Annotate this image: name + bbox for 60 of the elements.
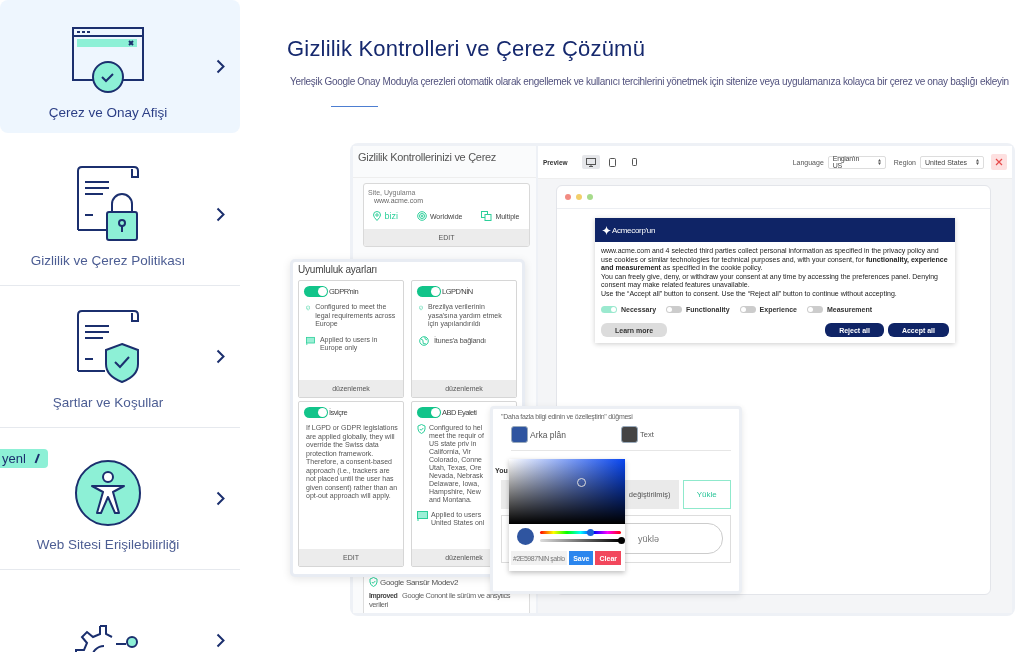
saturation-square[interactable]: [509, 459, 625, 524]
sidebar-item[interactable]: Gizlilik ve Çerez Politikası: [0, 144, 240, 286]
toggle-switch[interactable]: [304, 286, 328, 297]
document-lock-icon: [75, 165, 141, 243]
panel-title: Gizlilik Kontrollerinizi ve Çerez: [353, 146, 536, 178]
shield-check-icon: [417, 424, 426, 434]
shield-check-icon: [306, 303, 311, 313]
sidebar-item[interactable]: Web Sitesi Erişilebilirliği yenl: [0, 428, 240, 570]
chevron-right-icon: [216, 349, 225, 364]
browser-cookie-icon: [70, 25, 146, 95]
new-badge: yenl: [0, 449, 48, 468]
window-dot: [576, 194, 582, 200]
pages-icon: [481, 211, 493, 221]
location-pin-icon: [373, 211, 382, 221]
desktop-icon: [585, 157, 596, 167]
toggle-switch[interactable]: [417, 286, 441, 297]
feature-label: bizi: [384, 211, 398, 221]
color-swatch[interactable]: [511, 426, 528, 443]
target-icon: [416, 211, 427, 221]
slider-thumb[interactable]: [617, 537, 625, 544]
tablet-icon: [609, 157, 617, 167]
sparkle-icon: [602, 225, 611, 235]
flag-icon: [417, 511, 428, 521]
window-dot: [587, 194, 593, 200]
panel-title: Uyumluluk ayarları: [298, 264, 379, 275]
sidebar-item[interactable]: Çerez ve Onay Afişi: [0, 0, 240, 133]
toggle-switch[interactable]: [739, 306, 756, 313]
toggle-switch[interactable]: [304, 407, 328, 418]
toggle-switch[interactable]: [601, 306, 617, 313]
color-swatch[interactable]: [621, 426, 638, 443]
close-icon: [995, 158, 1003, 166]
shield-check-icon: [369, 577, 378, 587]
document-shield-icon: [75, 309, 141, 385]
chevron-right-icon: [216, 491, 225, 506]
color-preview: [517, 528, 534, 545]
accessibility-icon: [74, 459, 142, 527]
slider-thumb[interactable]: [586, 529, 594, 536]
swatch-label: Arka plân: [530, 429, 566, 440]
chevron-right-icon: [216, 633, 225, 648]
shield-check-icon: [419, 303, 423, 313]
device-tab[interactable]: [581, 155, 600, 169]
hue-slider[interactable]: [540, 531, 621, 534]
chevron-right-icon: [216, 59, 225, 74]
toggle-switch[interactable]: [806, 306, 823, 313]
card-title: Google Sansür Modev2: [380, 577, 459, 587]
phone-icon: [632, 158, 638, 166]
window-dot: [565, 194, 571, 200]
page-title: Gizlilik Kontrolleri ve Çerez Çözümü: [287, 36, 647, 62]
select-arrows-icon: [976, 159, 979, 165]
brand-name: Acmecorp'un: [612, 225, 656, 235]
check-icon: [33, 453, 40, 464]
sidebar-item[interactable]: Şartlar ve Koşullar: [0, 286, 240, 428]
toggle-switch[interactable]: [417, 407, 441, 418]
select-arrows-icon: [877, 159, 881, 165]
close-button[interactable]: [991, 154, 1007, 170]
chevron-right-icon: [216, 207, 225, 222]
flag-icon: [306, 335, 315, 346]
page-subtitle: Yerleşik Google Onay Moduyla çerezleri otomatik olarak engellemek ve kullanıcı tercihlerini yönetmek için sitenize veya uygulamanıza kolayca bir çerez ve onay başlığı ekleyin: [290, 76, 1010, 87]
toggle-switch[interactable]: [666, 306, 683, 313]
globe-icon: [419, 335, 429, 346]
